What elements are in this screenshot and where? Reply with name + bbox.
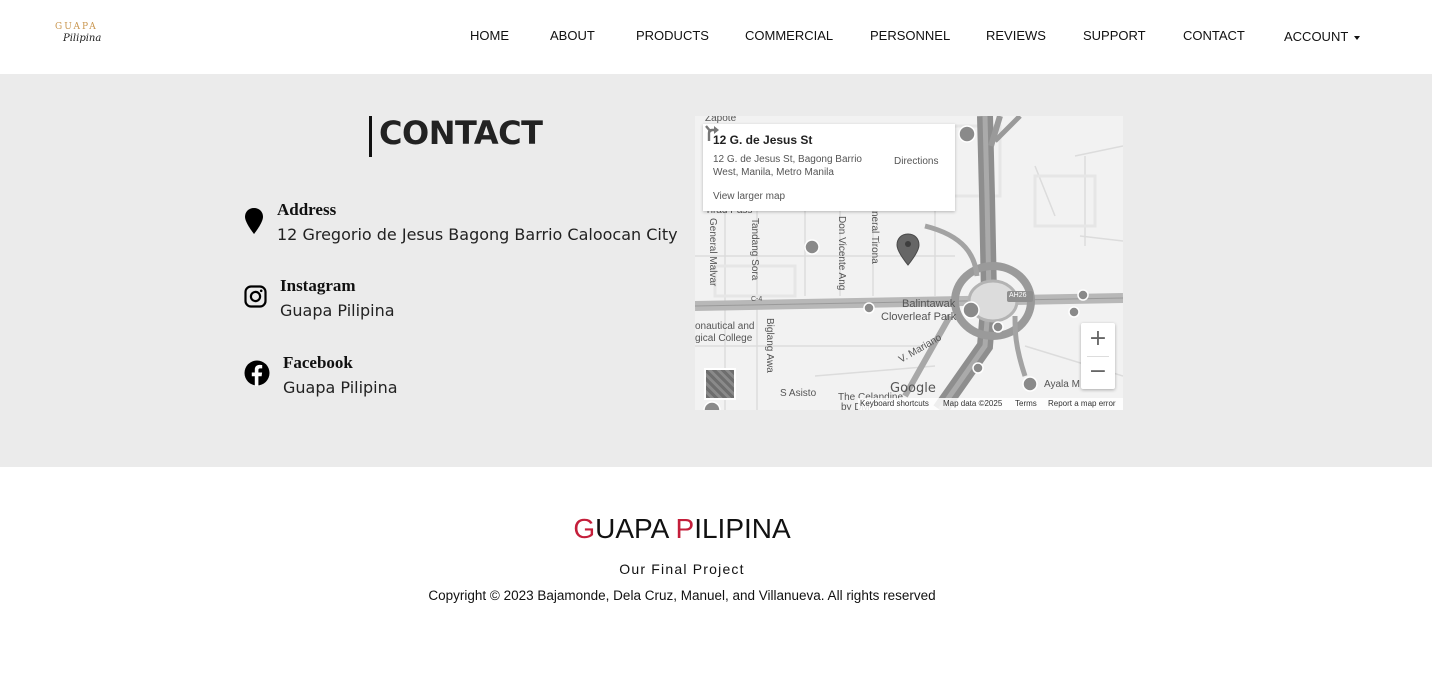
map-label-ah26: AH26 (1009, 292, 1027, 299)
map-footer-bar: Keyboard shortcuts Map data ©2025 Terms … (858, 398, 1123, 410)
directions-link[interactable]: Directions (894, 156, 938, 167)
address-label: Address (277, 200, 337, 219)
nav-account-label: ACCOUNT (1284, 29, 1349, 44)
nav-reviews[interactable]: REVIEWS (986, 28, 1046, 43)
map-card-title: 12 G. de Jesus St (713, 133, 813, 147)
zoom-controls: + − (1081, 323, 1115, 389)
nav-products[interactable]: PRODUCTS (636, 28, 709, 43)
map-label-don-vicente: Don Vicente Ang (836, 216, 847, 291)
nav-contact[interactable]: CONTACT (1183, 28, 1245, 43)
logo-top-text: GUAPA (55, 22, 98, 32)
map-label-s-asist: S Asisto (780, 388, 817, 399)
nav-about[interactable]: ABOUT (550, 28, 595, 43)
keyboard-shortcuts-link[interactable]: Keyboard shortcuts (860, 399, 929, 408)
map-label-c4: C-4 (751, 296, 763, 303)
footer-subtitle: Our Final Project (619, 561, 745, 577)
map-info-card: 12 G. de Jesus St 12 G. de Jesus St, Bag… (703, 124, 955, 211)
terms-link[interactable]: Terms (1015, 399, 1037, 408)
view-larger-map-link[interactable]: View larger map (713, 191, 785, 202)
brand-text-uapa: UAPA (595, 513, 676, 544)
brand-logo[interactable]: GUAPA Pilipina (54, 20, 104, 52)
nav-account-dropdown[interactable]: ACCOUNT (1284, 29, 1361, 44)
map-label-ayala: Ayala M (1044, 379, 1080, 390)
embedded-map[interactable]: Zapote Tirad Pass Balintawak Cloverleaf … (695, 116, 1123, 410)
google-logo: Google (890, 381, 936, 396)
navbar: GUAPA Pilipina HOME ABOUT PRODUCTS COMME… (0, 0, 1432, 74)
nav-personnel[interactable]: PERSONNEL (870, 28, 950, 43)
map-pin-icon (245, 208, 263, 234)
zoom-in-button[interactable]: + (1081, 323, 1115, 356)
title-accent-bar (369, 116, 372, 157)
map-label-balintawak: Balintawak (902, 298, 956, 310)
map-label-college: gical College (695, 333, 753, 344)
map-card-address: 12 G. de Jesus St, Bagong Barrio West, M… (713, 154, 862, 178)
satellite-toggle[interactable] (704, 368, 736, 400)
map-label-general-malvar: General Malvar (707, 218, 718, 287)
map-label-biglang-awa: Biglang Awa (764, 318, 775, 373)
instagram-icon[interactable] (244, 285, 267, 308)
map-label-tandang-sora: Tandang Sora (749, 218, 760, 281)
contact-section: CONTACT Address 12 Gregorio de Jesus Bag… (0, 74, 1432, 467)
brand-letter-g: G (573, 513, 596, 544)
nav-support[interactable]: SUPPORT (1083, 28, 1146, 43)
facebook-value[interactable]: Guapa Pilipina (283, 378, 398, 397)
facebook-label: Facebook (283, 353, 353, 372)
nav-commercial[interactable]: COMMERCIAL (745, 28, 833, 43)
nav-home[interactable]: HOME (470, 28, 509, 43)
address-value: 12 Gregorio de Jesus Bagong Barrio Caloo… (277, 225, 678, 244)
brand-text-ilipina: ILIPINA (694, 513, 791, 544)
map-label-general-tirona: neral Tirona (869, 211, 880, 264)
zoom-out-button[interactable]: − (1081, 356, 1115, 389)
instagram-label: Instagram (280, 276, 356, 295)
map-label-cloverleaf: Cloverleaf Park (881, 311, 957, 323)
directions-icon[interactable] (703, 124, 721, 142)
footer-brand: GUAPA PILIPINA (0, 513, 1364, 545)
footer-copyright: Copyright © 2023 Bajamonde, Dela Cruz, M… (428, 588, 936, 603)
contact-title: CONTACT (379, 114, 543, 152)
report-map-error-link[interactable]: Report a map error (1048, 399, 1116, 408)
instagram-value[interactable]: Guapa Pilipina (280, 301, 395, 320)
map-data-text: Map data ©2025 (943, 399, 1003, 408)
map-label-zapote: Zapote (705, 116, 737, 124)
caret-down-icon (1354, 35, 1361, 40)
facebook-icon[interactable] (244, 360, 270, 386)
brand-letter-p: P (675, 513, 695, 544)
logo-script-text: Pilipina (63, 33, 102, 44)
map-label-vocational: onautical and (695, 321, 755, 332)
